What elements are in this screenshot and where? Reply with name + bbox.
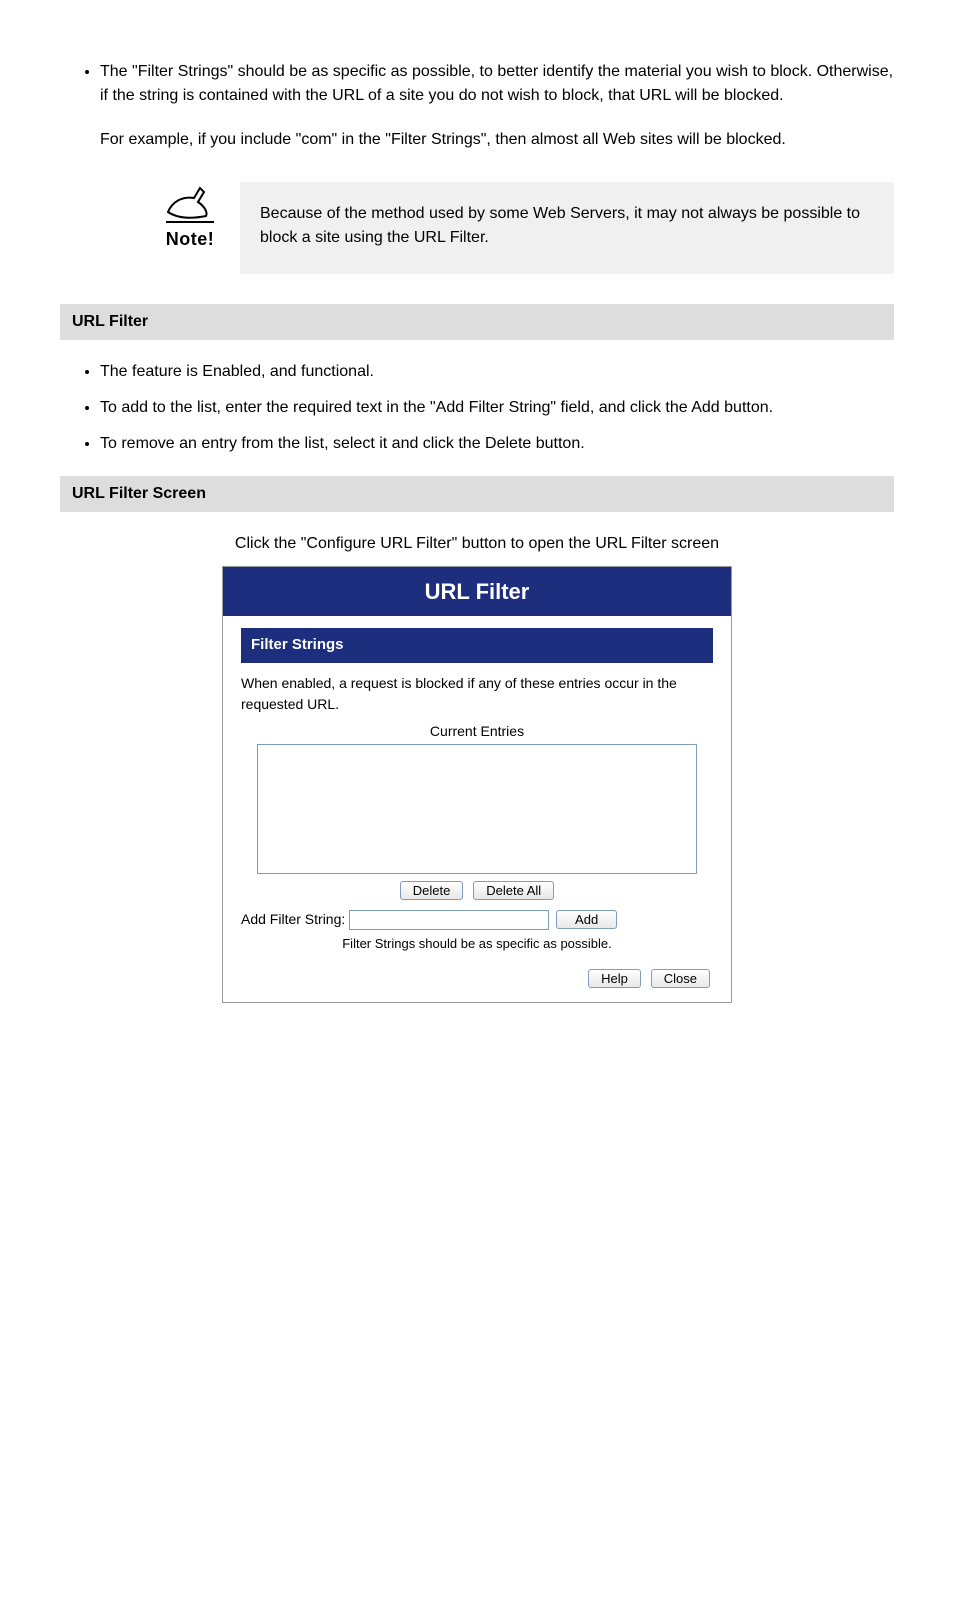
note-text: Because of the method used by some Web S… [240,182,894,274]
add-filter-input[interactable] [349,910,549,930]
filter-hint: Filter Strings should be as specific as … [241,934,713,954]
note-block: Note! Because of the method used by some… [160,182,894,274]
section-bar-urlfilter: URL Filter [60,304,894,340]
intro-para: For example, if you include "com" in the… [100,128,894,152]
filter-strings-header: Filter Strings [241,628,713,663]
urlfilter-bullet-2: To add to the list, enter the required t… [100,396,894,420]
urlfilter-bullet-3: To remove an entry from the list, select… [100,432,894,456]
note-label: Note! [160,226,220,253]
delete-all-button[interactable]: Delete All [473,881,554,900]
urlfilter-list: The feature is Enabled, and functional. … [60,360,894,456]
urlfilter-bullet-1: The feature is Enabled, and functional. [100,360,894,384]
current-entries-label: Current Entries [241,721,713,742]
url-filter-dialog: URL Filter Filter Strings When enabled, … [222,566,732,1003]
dialog-footer: Help Close [241,967,713,988]
add-filter-label: Add Filter String: [241,911,345,927]
delete-button-row: Delete Delete All [241,880,713,901]
intro-list: The "Filter Strings" should be as specif… [60,60,894,108]
section-bar-urlfilter-screen: URL Filter Screen [60,476,894,512]
dialog-body: Filter Strings When enabled, a request i… [223,616,731,1002]
close-button[interactable]: Close [651,969,710,988]
current-entries-listbox[interactable] [257,744,697,874]
dialog-title: URL Filter [223,567,731,616]
add-button[interactable]: Add [556,910,617,929]
add-row: Add Filter String: Add [241,909,713,930]
intro-bullet-1: The "Filter Strings" should be as specif… [100,60,894,108]
screen-caption: Click the "Configure URL Filter" button … [60,532,894,556]
help-button[interactable]: Help [588,969,641,988]
dialog-description: When enabled, a request is blocked if an… [241,673,713,715]
note-hand-icon [160,182,220,226]
note-icon-wrap: Note! [160,182,220,253]
delete-button[interactable]: Delete [400,881,464,900]
